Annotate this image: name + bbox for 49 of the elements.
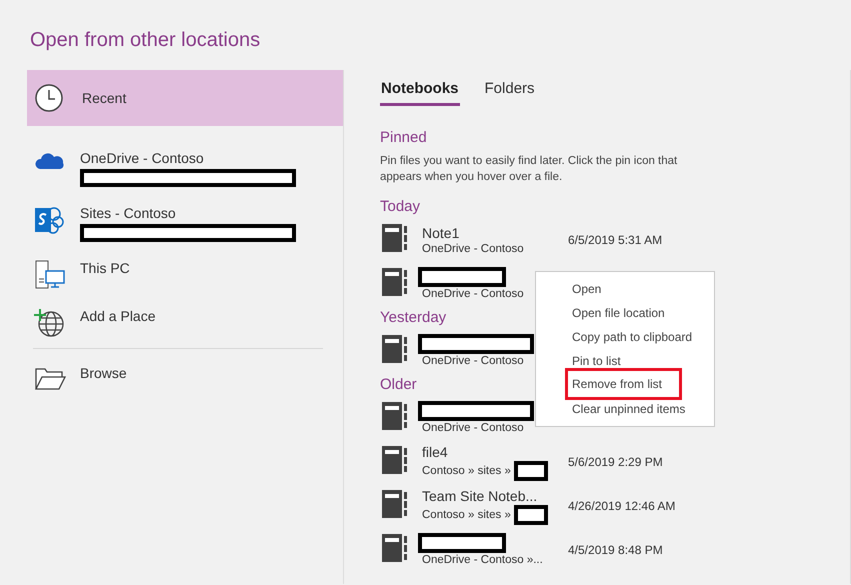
notebook-icon bbox=[382, 268, 408, 296]
section-heading: Today bbox=[380, 197, 420, 217]
notebook-location: OneDrive - Contoso bbox=[422, 354, 524, 368]
sidebar-item[interactable]: Add a Place bbox=[27, 298, 343, 348]
sidebar-item[interactable]: Browse bbox=[27, 349, 343, 401]
notebook-location: Contoso » sites » bbox=[422, 464, 511, 478]
section-heading: Yesterday bbox=[380, 308, 446, 328]
tab[interactable]: Folders bbox=[484, 80, 536, 106]
sidebar-label: This PC bbox=[80, 260, 130, 276]
sidebar-label: OneDrive - Contoso bbox=[80, 150, 205, 166]
notebook-icon bbox=[382, 402, 408, 430]
menu-item[interactable]: Copy path to clipboard bbox=[565, 324, 700, 348]
sidebar-label: Recent bbox=[82, 90, 126, 106]
tab[interactable]: Notebooks bbox=[380, 80, 460, 106]
page-title: Open from other locations bbox=[29, 28, 262, 53]
notebook-location: OneDrive - Contoso »... bbox=[422, 553, 543, 567]
notebook-location: OneDrive - Contoso bbox=[422, 421, 524, 435]
pinned-hint: Pin files you want to easily find later. Click the pin icon that appears when you hover over a file. bbox=[380, 154, 678, 185]
notebook-icon bbox=[382, 490, 408, 518]
menu-item[interactable]: Open bbox=[565, 276, 608, 300]
menu-item[interactable]: Open file location bbox=[565, 300, 672, 324]
menu-item[interactable]: Remove from list bbox=[565, 368, 682, 400]
sidebar-item[interactable]: Recent bbox=[27, 70, 343, 126]
sidebar-item[interactable]: This PC bbox=[27, 252, 343, 298]
sidebar-label: Browse bbox=[80, 365, 127, 381]
computer-icon bbox=[34, 260, 66, 290]
sites-icon bbox=[34, 205, 64, 235]
notebook-name[interactable]: Team Site Noteb... bbox=[422, 488, 568, 504]
sidebar-label: Add a Place bbox=[80, 308, 156, 324]
notebook-name[interactable]: file4 bbox=[422, 444, 568, 460]
notebook-icon bbox=[382, 446, 408, 474]
clock-icon bbox=[34, 83, 64, 113]
notebook-location: OneDrive - Contoso bbox=[422, 287, 524, 301]
notebook-icon bbox=[382, 534, 408, 562]
section-heading: Pinned bbox=[380, 128, 427, 148]
date-modified: 6/5/2019 5:31 AM bbox=[568, 233, 662, 247]
section-heading: Older bbox=[380, 375, 417, 395]
notebook-icon bbox=[382, 224, 408, 252]
sidebar-item[interactable]: Sites - Contoso bbox=[27, 195, 343, 252]
notebook-location: OneDrive - Contoso bbox=[422, 242, 524, 256]
notebook-location: Contoso » sites » bbox=[422, 508, 511, 522]
sidebar-item[interactable]: OneDrive - Contoso bbox=[27, 142, 343, 195]
date-modified: 4/5/2019 8:48 PM bbox=[568, 543, 663, 557]
globe-add-icon bbox=[34, 308, 66, 338]
sidebar-label: Sites - Contoso bbox=[80, 205, 177, 221]
date-modified: 4/26/2019 12:46 AM bbox=[568, 499, 676, 513]
date-modified: 5/6/2019 2:29 PM bbox=[568, 455, 663, 469]
notebook-icon bbox=[382, 334, 408, 362]
notebook-name[interactable]: Note1 bbox=[422, 224, 568, 242]
